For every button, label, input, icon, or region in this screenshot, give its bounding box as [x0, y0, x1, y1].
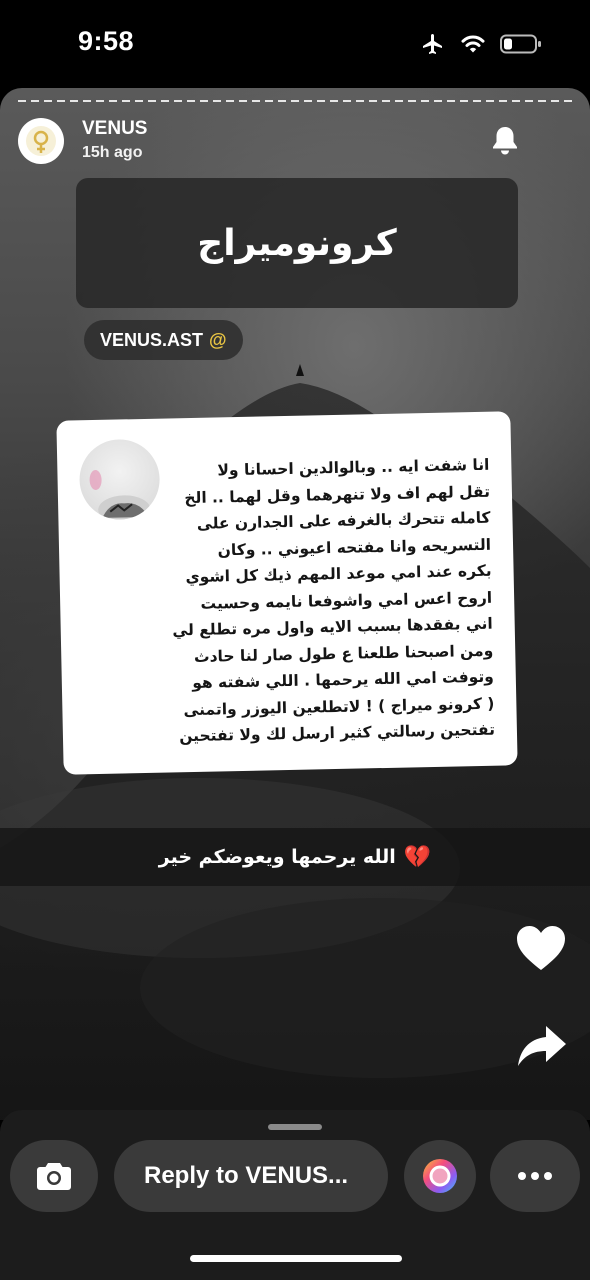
like-heart-icon[interactable] [515, 924, 567, 976]
quoted-avatar [78, 438, 161, 521]
mention-username: VENUS.AST [100, 329, 204, 350]
story-timestamp: 15h ago [82, 144, 143, 161]
quoted-message-text: انا شفت ايه .. وبالوالدين احسانا ولا تقل… [172, 455, 496, 746]
avatar[interactable] [18, 118, 64, 164]
lens-icon [423, 1159, 457, 1193]
wifi-icon [461, 35, 485, 53]
camera-icon [37, 1163, 71, 1190]
airplane-icon [423, 34, 442, 54]
story-viewer[interactable]: VENUS 15h ago كرونوميراج VENUS.AST @ انا… [0, 88, 590, 1120]
camera-button[interactable] [10, 1140, 98, 1212]
story-title: كرونوميراج [197, 222, 397, 264]
lens-button[interactable] [404, 1140, 476, 1212]
home-indicator[interactable] [190, 1255, 402, 1262]
story-title-box: كرونوميراج [76, 178, 518, 308]
status-bar: 9:58 [0, 0, 590, 88]
blurred-avatar-image [89, 469, 151, 521]
story-progress-bar [18, 100, 572, 102]
battery-icon [500, 34, 541, 54]
reply-input[interactable]: Reply to VENUS... [114, 1140, 388, 1212]
quoted-message-card: انا شفت ايه .. وبالوالدين احسانا ولا تقل… [56, 411, 518, 775]
caption-bar: الله يرحمها ويعوضكم خير 💔 [0, 828, 590, 886]
venus-symbol-icon [26, 126, 56, 156]
caption-text: الله يرحمها ويعوضكم خير [158, 846, 396, 868]
mention-sticker[interactable]: VENUS.AST @ [84, 320, 243, 360]
drag-handle[interactable] [268, 1124, 322, 1130]
mention-at-symbol: @ [209, 329, 227, 350]
story-username[interactable]: VENUS [82, 118, 147, 140]
share-arrow-icon[interactable] [516, 1024, 568, 1072]
more-options-button[interactable] [490, 1140, 580, 1212]
status-icons [420, 32, 542, 56]
notification-bell-icon[interactable] [490, 124, 520, 160]
more-dots-icon [518, 1172, 552, 1180]
status-time: 9:58 [78, 26, 135, 56]
broken-heart-emoji: 💔 [403, 844, 432, 870]
